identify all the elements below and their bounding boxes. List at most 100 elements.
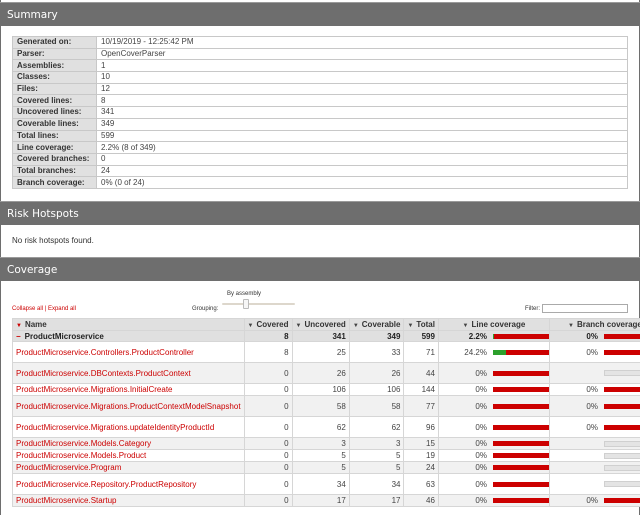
class-name-link[interactable]: ProductMicroservice.Migrations.ProductCo… [12,395,245,417]
sort-uncovered-header[interactable]: ▼ Uncovered [291,318,350,331]
sort-caret-icon: ▼ [16,323,22,329]
line-coverage-cell: 0% [437,494,550,507]
line-coverage-percent: 0% [475,451,487,460]
class-row: ProductMicroservice.Models.Category 0 3 3 15… [12,437,640,450]
filter-input[interactable] [542,304,628,313]
line-coverage-bar-covered-fill [492,333,495,339]
branch-coverage-bar-na [603,452,640,459]
sort-coverable-header[interactable]: ▼ Coverable [348,318,405,331]
summary-key: Coverable lines: [12,117,97,131]
total-value: 24 [403,461,439,474]
branch-coverage-bar [603,333,640,339]
branch-coverage-bar [603,403,640,409]
class-row: ProductMicroservice.Models.Product 0 5 5 19 0… [12,449,640,462]
coverage-header-row: ▼ Name ▼ Covered ▼ Uncovered ▼ Coverable ▼ To… [12,318,640,331]
line-coverage-cell: 0% [437,362,550,384]
class-row: ProductMicroservice.Repository.ProductRe… [12,473,640,495]
line-coverage-bar [492,387,549,392]
grouping-label: Grouping: [192,306,219,312]
line-coverage-percent: 0% [475,385,487,394]
summary-value: 0 [96,152,628,166]
sort-caret-icon: ▼ [568,323,574,329]
collapse-all-link[interactable]: Collapse all [12,306,43,312]
branch-coverage-percent: 0% [586,347,598,357]
summary-key: Assemblies: [12,59,97,73]
class-row: ProductMicroservice.Program 0 5 5 24 0% [12,461,640,474]
branch-coverage-bar [603,424,640,430]
branch-coverage-percent: 0% [586,331,598,341]
summary-row: Classes: 10 [12,71,628,84]
summary-value: 1 [96,59,628,73]
summary-row: Branch coverage: 0% (0 of 24) [12,176,628,189]
grouping-slider-handle[interactable] [243,299,249,309]
summary-value: 12 [96,82,628,96]
summary-value: OpenCoverParser [96,47,628,61]
covered-value: 0 [243,362,293,384]
total-value: 63 [403,473,439,495]
class-row: ProductMicroservice.DBContexts.ProductCo… [12,362,640,384]
sort-name-header[interactable]: ▼ Name [12,318,245,331]
line-coverage-cell: 0% [437,461,550,474]
class-name-link[interactable]: ProductMicroservice.Startup [12,494,245,507]
summary-value: 599 [96,129,628,143]
class-name-link[interactable]: ProductMicroservice.Models.Product [12,449,245,462]
covered-value: 0 [243,416,293,438]
total-value: 44 [403,362,439,384]
line-coverage-bar [492,370,549,376]
summary-key: Line coverage: [12,141,97,154]
line-coverage-percent: 0% [475,368,487,378]
total-value: 46 [403,494,439,507]
class-name-link[interactable]: ProductMicroservice.Controllers.ProductC… [12,341,245,363]
summary-value: 0% (0 of 24) [96,176,628,189]
grouping-slider-track[interactable] [222,303,295,305]
total-value: 144 [403,383,439,396]
summary-row: Line coverage: 2.2% (8 of 349) [12,141,628,154]
line-coverage-percent: 0% [475,479,487,489]
coverable-value: 5 [348,461,405,474]
class-name-link[interactable]: ProductMicroservice.Migrations.updateIde… [12,416,245,438]
branch-coverage-cell: 0% [548,383,640,396]
class-name-link[interactable]: ProductMicroservice.DBContexts.ProductCo… [12,362,245,384]
line-coverage-cell: 2.2% [437,330,550,342]
summary-value: 349 [96,117,628,131]
uncovered-value: 5 [291,449,350,462]
summary-value: 341 [96,106,628,119]
expand-all-link[interactable]: Expand all [48,306,76,312]
coverage-table: ▼ Name ▼ Covered ▼ Uncovered ▼ Coverable ▼ To… [12,318,640,507]
line-coverage-bar [492,349,549,355]
risk-hotspots-message: No risk hotspots found. [12,236,94,245]
summary-value: 8 [96,94,628,108]
line-coverage-percent: 0% [475,496,487,505]
sort-branch-coverage-header[interactable]: ▼ Branch coverage [548,318,640,331]
uncovered-value: 58 [291,395,350,417]
line-coverage-cell: 0% [437,416,550,438]
total-value: 96 [403,416,439,438]
covered-value: 8 [243,341,293,363]
sort-line-coverage-header[interactable]: ▼ Line coverage [437,318,550,331]
class-name-link[interactable]: ProductMicroservice.Migrations.InitialCr… [12,383,245,396]
branch-coverage-cell: 0% [548,416,640,438]
collapse-minus-icon[interactable]: − [16,332,21,341]
branch-coverage-bar-na [603,440,640,447]
summary-row: Uncovered lines: 341 [12,106,628,119]
line-coverage-bar-covered-fill [492,349,507,355]
sort-covered-header[interactable]: ▼ Covered [243,318,293,331]
class-row: ProductMicroservice.Migrations.InitialCr… [12,383,640,396]
branch-coverage-cell: 0% [548,494,640,507]
branch-coverage-bar-na [603,464,640,471]
branch-coverage-bar [603,498,640,503]
sort-total-header[interactable]: ▼ Total [403,318,439,331]
covered-value: 0 [243,494,293,507]
summary-value: 24 [96,164,628,178]
branch-coverage-cell [548,362,640,384]
sort-caret-icon: ▼ [462,323,469,329]
class-name-link[interactable]: ProductMicroservice.Program [12,461,245,474]
summary-key: Branch coverage: [12,176,97,189]
covered-value: 0 [243,473,293,495]
assembly-name-cell[interactable]: − ProductMicroservice [12,330,245,342]
class-name-link[interactable]: ProductMicroservice.Repository.ProductRe… [12,473,245,495]
summary-table: Generated on: 10/19/2019 - 12:25:42 PM Par… [12,36,628,189]
summary-row: Total branches: 24 [12,164,628,178]
class-name-link[interactable]: ProductMicroservice.Models.Category [12,437,245,450]
grouping-value: By assembly [227,291,262,297]
